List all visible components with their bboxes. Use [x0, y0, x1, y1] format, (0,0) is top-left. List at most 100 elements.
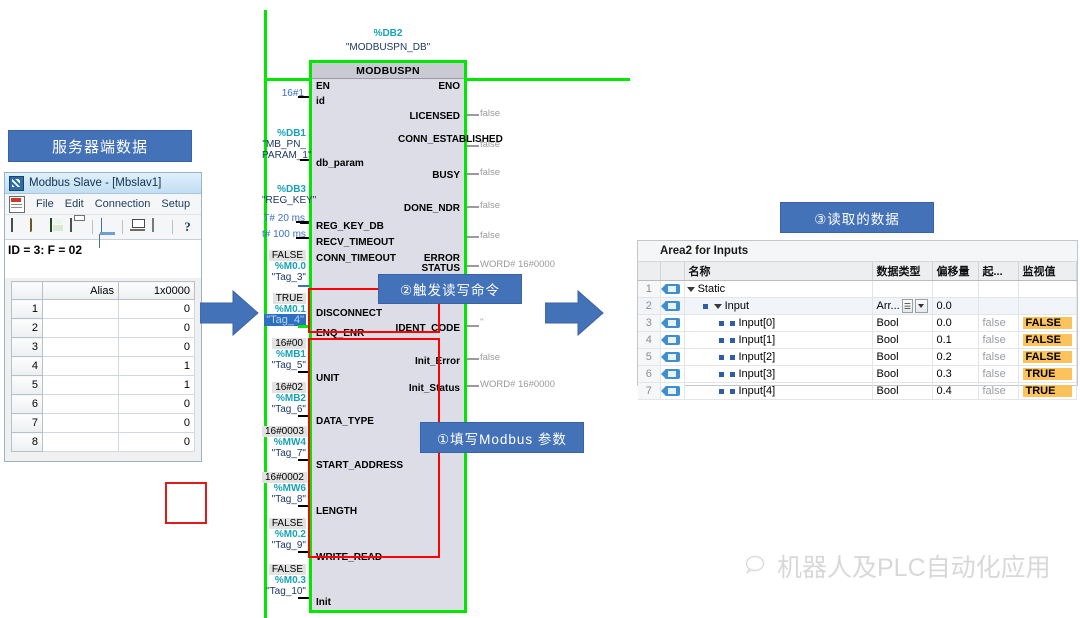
cell-value[interactable]: 0: [118, 318, 195, 338]
toolbar-separator: [172, 220, 173, 234]
table-row[interactable]: 30: [11, 337, 195, 357]
chevron-down-icon[interactable]: [915, 299, 928, 313]
lead-disconnect: [298, 285, 309, 287]
table-row[interactable]: 6 Input[3] Bool 0.3 false TRUE: [638, 365, 1077, 383]
table-row[interactable]: 80: [11, 432, 195, 452]
operand-enq-enr[interactable]: TRUE %M0.1 "Tag_4": [262, 293, 306, 326]
menu-item-edit[interactable]: Edit: [65, 198, 84, 210]
cell-start-value[interactable]: false: [978, 382, 1019, 400]
cell-datatype[interactable]: Bool: [872, 331, 933, 349]
cell-name[interactable]: Input[0]: [684, 314, 873, 332]
pin-en: EN: [316, 81, 330, 92]
member-dot-icon: [718, 388, 724, 394]
tag-icon-cell[interactable]: [660, 280, 685, 298]
menu-item-connection[interactable]: Connection: [95, 198, 151, 210]
cell-start-value[interactable]: false: [978, 314, 1019, 332]
cell-value[interactable]: 0: [118, 299, 195, 319]
cell-start-value[interactable]: false: [978, 365, 1019, 383]
cell-start-value[interactable]: false: [978, 348, 1019, 366]
open-folder-icon[interactable]: [29, 217, 46, 236]
member-name: Static: [697, 283, 726, 295]
print-preview-icon[interactable]: [149, 217, 166, 236]
cell-start-value[interactable]: [978, 280, 1019, 298]
cell-name[interactable]: Input[2]: [684, 348, 873, 366]
cell-start-value[interactable]: false: [978, 331, 1019, 349]
pin-db-param: db_param: [316, 158, 364, 169]
stub-licensed: [467, 114, 479, 116]
operand-db-param[interactable]: %DB1 "MB_PN_ PARAM_1": [262, 128, 312, 161]
tag-icon-cell[interactable]: [660, 297, 685, 315]
cell-datatype[interactable]: Bool: [872, 314, 933, 332]
table-row[interactable]: 7 Input[4] Bool 0.4 false TRUE: [638, 382, 1077, 400]
table-row[interactable]: 1 Static: [638, 280, 1077, 298]
cell-value[interactable]: 0: [118, 413, 195, 433]
print-icon[interactable]: [69, 217, 86, 236]
table-row[interactable]: 60: [11, 394, 195, 414]
monitor-value: FALSE: [1022, 351, 1072, 363]
cell-alias[interactable]: [42, 375, 119, 395]
cell-alias[interactable]: [42, 318, 119, 338]
connect-icon[interactable]: [129, 219, 146, 236]
operand-unit[interactable]: 16#00 %MB1 "Tag_5": [262, 338, 306, 371]
cell-name[interactable]: Input[3]: [684, 365, 873, 383]
operand-reg-key[interactable]: %DB3 "REG_KEY": [262, 184, 316, 206]
menu-item-setup[interactable]: Setup: [161, 198, 190, 210]
cell-value[interactable]: 1: [118, 375, 195, 395]
tag-icon-cell[interactable]: [660, 314, 685, 332]
cell-datatype[interactable]: [872, 280, 933, 298]
table-row[interactable]: 51: [11, 375, 195, 395]
cell-alias[interactable]: [42, 299, 119, 319]
operand-disconnect[interactable]: FALSE %M0.0 "Tag_3": [262, 250, 306, 283]
tag-icon-cell[interactable]: [660, 382, 685, 400]
help-icon[interactable]: ?: [179, 219, 196, 236]
operand-write-read[interactable]: FALSE %M0.2 "Tag_9": [262, 518, 306, 551]
cell-value[interactable]: 1: [118, 356, 195, 376]
cell-name[interactable]: Input[4]: [684, 382, 873, 400]
table-row[interactable]: 4 Input[1] Bool 0.1 false FALSE: [638, 331, 1077, 349]
table-row[interactable]: 5 Input[2] Bool 0.2 false FALSE: [638, 348, 1077, 366]
table-row[interactable]: 2 Input Arr... ☰ 0.0: [638, 297, 1077, 315]
cell-datatype[interactable]: Bool: [872, 365, 933, 383]
pin-conn-established: CONN_ESTABLISHED: [398, 134, 503, 145]
cell-datatype[interactable]: Bool: [872, 348, 933, 366]
tag-icon-cell[interactable]: [660, 365, 685, 383]
cell-name[interactable]: Input: [684, 297, 873, 315]
cell-value[interactable]: 0: [118, 432, 195, 452]
operand-data-type[interactable]: 16#02 %MB2 "Tag_6": [262, 382, 306, 415]
stub-ident-code: [467, 325, 479, 327]
cell-alias[interactable]: [42, 356, 119, 376]
table-row[interactable]: 70: [11, 413, 195, 433]
datatype-cell[interactable]: Arr... ☰: [877, 299, 928, 313]
pin-length: LENGTH: [316, 506, 358, 517]
table-row[interactable]: 41: [11, 356, 195, 376]
operand-start-address[interactable]: 16#0003 %MW4 "Tag_7": [262, 426, 307, 459]
cell-value[interactable]: 0: [118, 394, 195, 414]
cell-datatype[interactable]: Bool: [872, 382, 933, 400]
datatype-list-button[interactable]: ☰: [901, 299, 914, 313]
cell-alias[interactable]: [42, 337, 119, 357]
cell-alias[interactable]: [42, 432, 119, 452]
new-document-icon[interactable]: [9, 217, 26, 236]
cell-name[interactable]: Static: [684, 280, 873, 298]
menu-item-file[interactable]: File: [36, 198, 54, 210]
cell-datatype[interactable]: Arr... ☰: [872, 297, 933, 315]
expand-caret-icon[interactable]: [713, 303, 722, 309]
tag-icon-cell[interactable]: [660, 331, 685, 349]
operand-length[interactable]: 16#0002 %MW6 "Tag_8": [262, 472, 307, 505]
tag-icon-cell[interactable]: [660, 348, 685, 366]
table-row[interactable]: 20: [11, 318, 195, 338]
cell-name[interactable]: Input[1]: [684, 331, 873, 349]
table-row[interactable]: 10: [11, 299, 195, 319]
expand-caret-icon[interactable]: [686, 286, 695, 292]
cell-start-value[interactable]: [978, 297, 1019, 315]
monitor-value: TRUE: [1022, 368, 1072, 380]
cell-alias[interactable]: [42, 394, 119, 414]
function-block-modbuspn[interactable]: MODBUSPN EN id db_param REG_KEY_DB RECV_…: [309, 60, 503, 613]
operand-init[interactable]: FALSE %M0.3 "Tag_10": [262, 564, 306, 597]
table-row[interactable]: 3 Input[0] Bool 0.0 false FALSE: [638, 314, 1077, 332]
cell-alias[interactable]: [42, 413, 119, 433]
display-panel-icon[interactable]: [99, 217, 116, 248]
save-disk-icon[interactable]: [49, 217, 66, 236]
pin-status: STATUS: [421, 263, 460, 274]
cell-value[interactable]: 0: [118, 337, 195, 357]
